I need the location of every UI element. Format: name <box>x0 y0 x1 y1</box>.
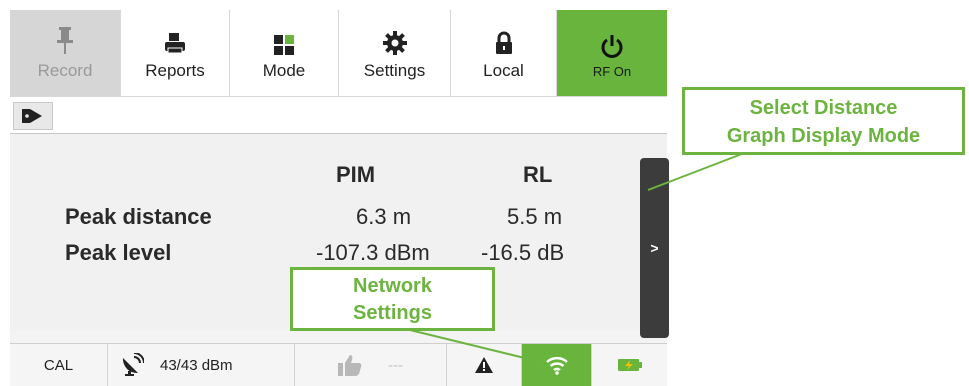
peak-level-label: Peak level <box>65 240 172 265</box>
peak-level-pim: -107.3 dBm <box>316 240 430 265</box>
peak-distance-rl: 5.5 m <box>507 204 563 229</box>
tag-button[interactable] <box>13 102 53 130</box>
pass-fail-indicator: --- <box>295 344 447 386</box>
power-reading: 43/43 dBm <box>160 356 233 374</box>
callout-distance-line1: Select Distance <box>749 97 898 119</box>
grid-icon <box>274 25 294 55</box>
battery-charging-icon <box>617 359 642 371</box>
callout-distance-line2: Graph Display Mode <box>726 125 921 147</box>
pin-icon <box>56 25 74 55</box>
thumbs-up-icon <box>338 355 362 376</box>
local-button[interactable]: Local <box>451 10 557 96</box>
settings-label: Settings <box>363 61 426 80</box>
toolbar: Record Reports Mode Settings Local RF On <box>10 10 667 96</box>
cal-label: CAL <box>43 356 74 374</box>
peak-distance-label: Peak distance <box>65 204 212 229</box>
satellite-dish-icon <box>122 353 144 376</box>
rf-on-label: RF On <box>592 63 632 79</box>
lock-icon <box>495 25 512 55</box>
power-icon <box>600 28 624 58</box>
alarm-indicator[interactable] <box>447 344 522 386</box>
callout-network-line2: Settings <box>353 302 432 324</box>
local-label: Local <box>483 61 524 80</box>
peak-distance-pim: 6.3 m <box>356 204 412 229</box>
mode-label: Mode <box>262 61 306 80</box>
record-button[interactable]: Record <box>10 10 121 96</box>
power-status[interactable]: 43/43 dBm <box>108 344 295 386</box>
wifi-icon <box>545 357 568 375</box>
warning-icon <box>475 357 493 373</box>
battery-indicator <box>592 344 667 386</box>
rf-on-button[interactable]: RF On <box>557 10 667 96</box>
chevron-right-icon: > <box>650 240 659 256</box>
gear-icon <box>382 25 407 55</box>
callout-network-line1: Network <box>353 275 432 297</box>
distance-graph-mode-callout: Select Distance Graph Display Mode <box>682 87 965 155</box>
cal-button[interactable]: CAL <box>10 344 108 386</box>
record-label: Record <box>37 61 93 80</box>
peak-level-rl: -16.5 dB <box>481 240 565 265</box>
reports-button[interactable]: Reports <box>121 10 230 96</box>
distance-graph-mode-button[interactable]: > <box>640 158 669 338</box>
tag-row <box>10 96 667 134</box>
network-settings-button[interactable] <box>522 344 592 386</box>
reports-label: Reports <box>145 61 205 80</box>
rl-column-header: RL <box>523 162 553 187</box>
status-bar: CAL 43/43 dBm --- <box>10 343 667 386</box>
pim-column-header: PIM <box>336 162 376 187</box>
mode-button[interactable]: Mode <box>230 10 339 96</box>
settings-button[interactable]: Settings <box>339 10 451 96</box>
network-settings-callout: Network Settings <box>290 267 495 331</box>
tag-icon <box>22 109 42 123</box>
pass-fail-value: --- <box>388 356 403 374</box>
printer-icon <box>163 25 187 55</box>
